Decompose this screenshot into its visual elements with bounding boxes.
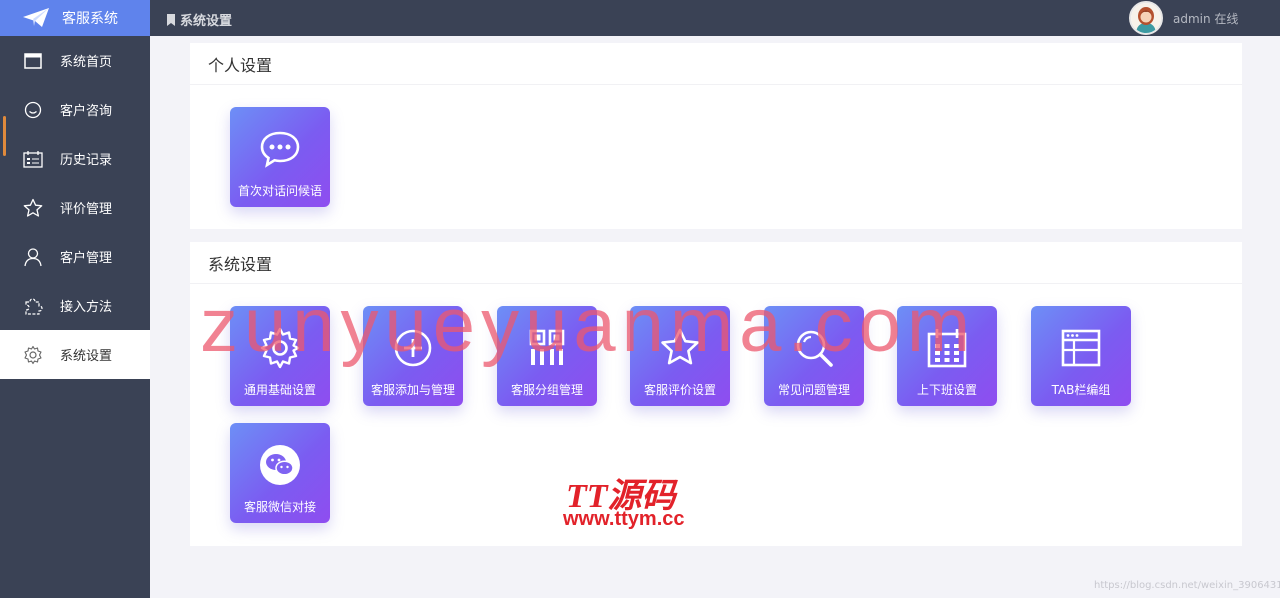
sidebar-item-label: 系统首页 <box>60 55 113 70</box>
tile-label: 客服评价设置 <box>643 383 716 397</box>
avatar[interactable] <box>1129 1 1163 35</box>
tile-label: 通用基础设置 <box>243 383 316 397</box>
star-icon <box>661 328 699 365</box>
watermark-blog: https://blog.csdn.net/weixin_39064311 <box>1094 580 1280 591</box>
breadcrumb-label: 系统设置 <box>180 14 233 29</box>
sidebar-item-label: 历史记录 <box>60 153 113 168</box>
group-grid-icon <box>529 329 565 365</box>
personal-settings-panel: 个人设置 首次对话问候语 <box>190 43 1242 229</box>
brand-header[interactable]: 客服系统 <box>0 0 150 36</box>
wechat-icon <box>260 445 300 485</box>
sidebar-item-customers[interactable]: 客户管理 <box>0 232 150 281</box>
gear-icon <box>260 327 300 369</box>
puzzle-icon <box>22 295 44 317</box>
sidebar-item-home[interactable]: 系统首页 <box>0 36 150 85</box>
chat-bubble-icon <box>260 131 300 168</box>
calendar-list-icon <box>22 148 44 170</box>
tile-label: 常见问题管理 <box>777 383 850 397</box>
tile-wechat-integration[interactable]: 客服微信对接 <box>230 423 330 523</box>
sidebar-item-label: 接入方法 <box>60 300 113 315</box>
tile-group-management[interactable]: 客服分组管理 <box>497 306 597 406</box>
star-icon <box>22 197 44 219</box>
panel-title: 个人设置 <box>190 43 1242 85</box>
calendar-icon <box>927 329 967 368</box>
sidebar-item-integration[interactable]: 接入方法 <box>0 281 150 330</box>
paper-plane-icon <box>23 8 49 27</box>
tile-label: 客服分组管理 <box>510 383 583 397</box>
sidebar-item-history[interactable]: 历史记录 <box>0 134 150 183</box>
system-settings-panel: 系统设置 通用基础设置 客服添加与管理 客服分组管理 客服评价设置 常见问题管理… <box>190 242 1242 546</box>
gear-icon <box>22 344 44 366</box>
avatar-icon <box>1131 3 1161 33</box>
sidebar: 客服系统 系统首页 客户咨询 历史记录 评价管理 客户管理 接入方法 系统设置 <box>0 0 150 598</box>
tile-shift-settings[interactable]: 上下班设置 <box>897 306 997 406</box>
sidebar-item-label: 客户咨询 <box>60 104 113 119</box>
bookmark-icon <box>167 13 175 26</box>
tile-label: 上下班设置 <box>916 383 977 397</box>
tile-label: 客服添加与管理 <box>370 383 455 397</box>
breadcrumb: 系统设置 <box>166 10 232 29</box>
tile-greeting[interactable]: 首次对话问候语 <box>230 107 330 207</box>
brand-title: 客服系统 <box>62 11 118 27</box>
search-icon <box>796 330 833 367</box>
sidebar-item-label: 系统设置 <box>60 349 113 364</box>
smile-icon <box>22 99 44 121</box>
browser-window-icon <box>1061 329 1101 367</box>
sidebar-item-label: 客户管理 <box>60 251 113 266</box>
sidebar-item-consult[interactable]: 客户咨询 <box>0 85 150 134</box>
tile-label: 客服微信对接 <box>243 500 316 514</box>
user-status[interactable]: admin 在线 <box>1173 10 1238 27</box>
sidebar-item-label: 评价管理 <box>60 202 113 217</box>
tile-label: TAB栏编组 <box>1051 383 1111 397</box>
tile-faq-management[interactable]: 常见问题管理 <box>764 306 864 406</box>
window-icon <box>22 50 44 72</box>
user-icon <box>22 246 44 268</box>
tile-tab-grouping[interactable]: TAB栏编组 <box>1031 306 1131 406</box>
topbar: 系统设置 admin 在线 <box>150 0 1280 36</box>
sidebar-scrollbar[interactable] <box>3 116 6 156</box>
panel-title: 系统设置 <box>190 242 1242 284</box>
tile-rating-settings[interactable]: 客服评价设置 <box>630 306 730 406</box>
plus-circle-icon <box>394 329 432 367</box>
tile-label: 首次对话问候语 <box>237 184 322 198</box>
tile-general-settings[interactable]: 通用基础设置 <box>230 306 330 406</box>
sidebar-item-settings[interactable]: 系统设置 <box>0 330 150 379</box>
sidebar-item-rating[interactable]: 评价管理 <box>0 183 150 232</box>
tile-agent-management[interactable]: 客服添加与管理 <box>363 306 463 406</box>
